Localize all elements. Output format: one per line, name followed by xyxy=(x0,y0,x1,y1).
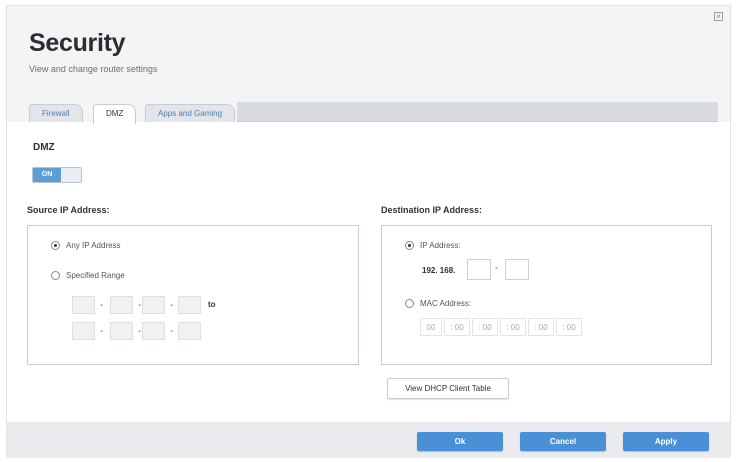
apply-button[interactable]: Apply xyxy=(623,432,709,451)
range-start-octet-3[interactable] xyxy=(142,296,165,314)
range-end-octet-2[interactable] xyxy=(110,322,133,340)
ip-address-radio[interactable] xyxy=(405,241,414,250)
source-ip-panel: Any IP Address Specified Range - - - to … xyxy=(27,225,359,365)
range-to-label: to xyxy=(208,300,216,309)
specified-range-radio-row[interactable]: Specified Range xyxy=(51,271,125,280)
mac-address-label: MAC Address: xyxy=(420,299,472,308)
range-end-octet-4[interactable] xyxy=(178,322,201,340)
cancel-button[interactable]: Cancel xyxy=(520,432,606,451)
tab-firewall[interactable]: Firewall xyxy=(29,104,83,122)
source-ip-heading: Source IP Address: xyxy=(27,205,110,215)
ip-prefix: 192. 168. xyxy=(422,266,456,275)
range-end-octet-3[interactable] xyxy=(142,322,165,340)
mac-field-4[interactable]: : 00 xyxy=(500,318,526,336)
separator-dot: - xyxy=(138,326,142,337)
tab-content: DMZ ON Source IP Address: Any IP Address… xyxy=(7,122,730,422)
destination-ip-panel: IP Address: 192. 168. - MAC Address: 00 … xyxy=(381,225,712,365)
tab-apps-and-gaming[interactable]: Apps and Gaming xyxy=(145,104,236,122)
range-start-octet-1[interactable] xyxy=(72,296,95,314)
specified-range-radio[interactable] xyxy=(51,271,60,280)
mac-field-1[interactable]: 00 xyxy=(420,318,442,336)
mac-address-radio-row[interactable]: MAC Address: xyxy=(405,299,471,308)
any-ip-label: Any IP Address xyxy=(66,241,121,250)
dmz-toggle[interactable]: ON xyxy=(32,167,82,183)
any-ip-radio-row[interactable]: Any IP Address xyxy=(51,241,121,250)
range-start-octet-4[interactable] xyxy=(178,296,201,314)
any-ip-radio[interactable] xyxy=(51,241,60,250)
dmz-toggle-on-label: ON xyxy=(33,168,61,182)
dialog-header: Security View and change router settings… xyxy=(7,6,730,106)
page-subtitle: View and change router settings xyxy=(29,64,158,74)
view-dhcp-client-table-button[interactable]: View DHCP Client Table xyxy=(387,378,509,399)
security-dialog: Security View and change router settings… xyxy=(6,5,731,458)
separator-dot: - xyxy=(170,300,174,311)
tab-dmz[interactable]: DMZ xyxy=(93,104,137,124)
ip-address-radio-row[interactable]: IP Address: xyxy=(405,241,461,250)
destination-ip-heading: Destination IP Address: xyxy=(381,205,483,215)
page-title: Security xyxy=(29,29,126,57)
close-icon[interactable]: × xyxy=(714,12,723,21)
separator-dot: - xyxy=(138,300,142,311)
ip-address-label: IP Address: xyxy=(420,241,461,250)
ok-button[interactable]: Ok xyxy=(417,432,503,451)
dest-ip-octet-3[interactable] xyxy=(467,259,491,280)
range-end-octet-1[interactable] xyxy=(72,322,95,340)
mac-field-5[interactable]: : 00 xyxy=(528,318,554,336)
tab-bar-track xyxy=(237,102,718,122)
separator-dot: - xyxy=(495,263,499,274)
dmz-label: DMZ xyxy=(33,142,55,153)
specified-range-label: Specified Range xyxy=(66,271,125,280)
dest-ip-octet-4[interactable] xyxy=(505,259,529,280)
mac-field-6[interactable]: : 00 xyxy=(556,318,582,336)
separator-dot: - xyxy=(100,300,104,311)
mac-field-2[interactable]: : 00 xyxy=(444,318,470,336)
separator-dot: - xyxy=(100,326,104,337)
mac-field-3[interactable]: : 00 xyxy=(472,318,498,336)
range-start-octet-2[interactable] xyxy=(110,296,133,314)
dialog-footer: Ok Cancel Apply xyxy=(7,422,730,458)
mac-address-radio[interactable] xyxy=(405,299,414,308)
separator-dot: - xyxy=(170,326,174,337)
